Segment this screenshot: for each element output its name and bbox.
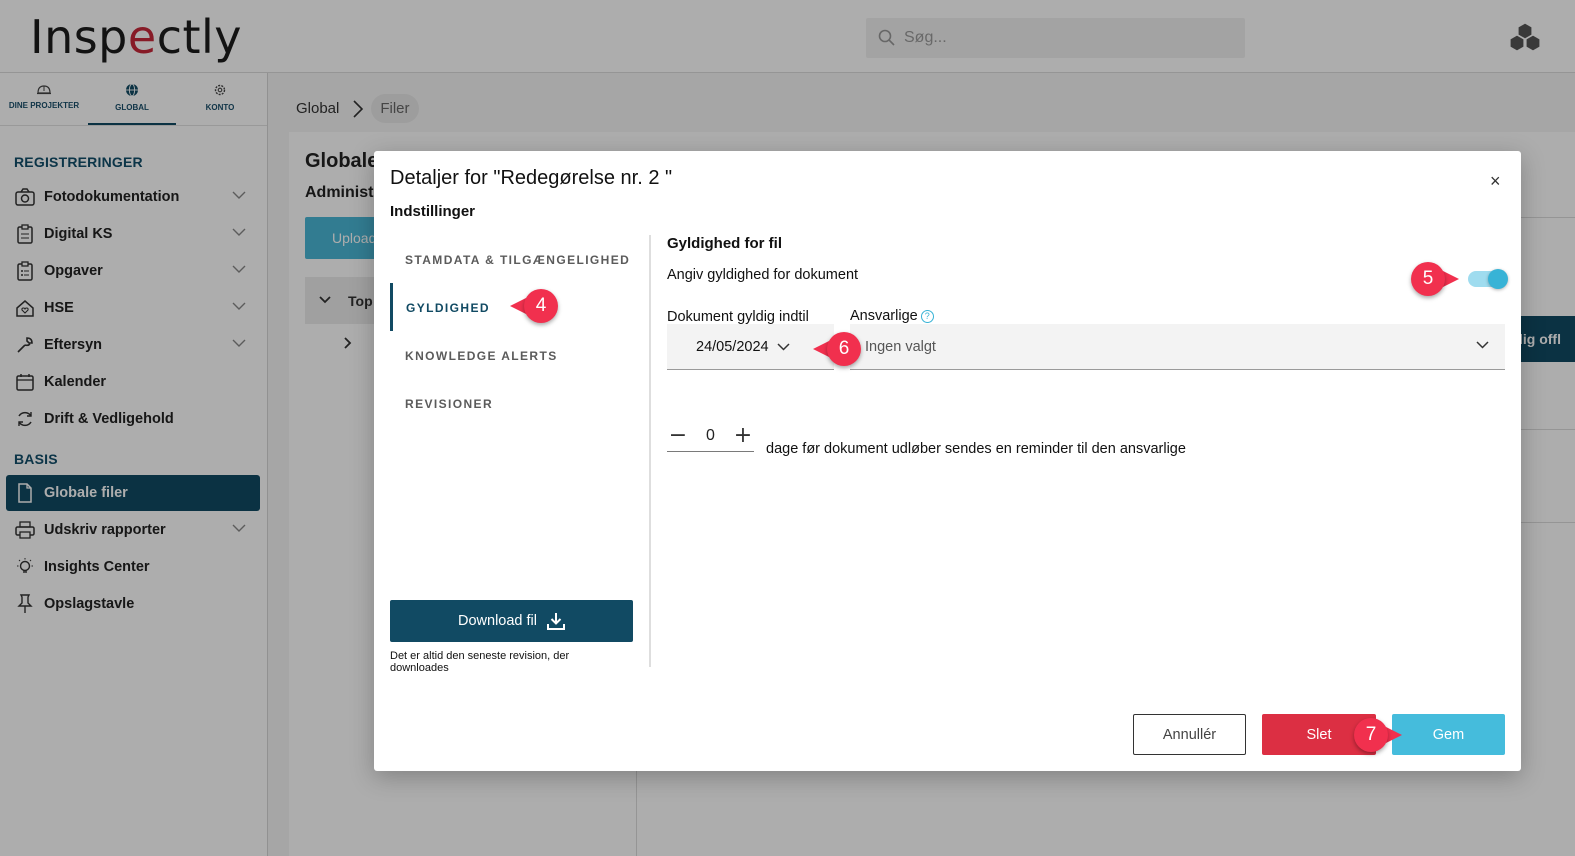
callout-7: 7 — [1354, 718, 1402, 752]
reminder-days-stepper: − 0 + — [667, 420, 754, 452]
download-icon — [547, 613, 565, 630]
download-note: Det er altid den seneste revision, der d… — [390, 650, 570, 674]
dialog-nav: STAMDATA & TILGÆNGELIGHED GYLDIGHED KNOW… — [390, 235, 648, 427]
nav-knowledge-alerts[interactable]: KNOWLEDGE ALERTS — [390, 331, 648, 379]
valid-until-date-picker[interactable]: 24/05/2024 — [667, 324, 834, 370]
dialog-subtitle: Indstillinger — [390, 203, 476, 220]
toggle-knob — [1488, 269, 1508, 289]
dialog-title: Detaljer for "Redegørelse nr. 2 " — [390, 167, 673, 189]
callout-6: 6 — [813, 332, 871, 366]
nav-revisioner[interactable]: REVISIONER — [390, 379, 648, 427]
minus-button[interactable]: − — [667, 423, 689, 448]
callout-4: 4 — [510, 289, 568, 323]
date-field-label: Dokument gyldig indtil — [667, 309, 809, 325]
save-button[interactable]: Gem — [1392, 714, 1505, 755]
nav-stamdata[interactable]: STAMDATA & TILGÆNGELIGHED — [390, 235, 648, 283]
section-title: Gyldighed for fil — [667, 235, 782, 252]
close-icon[interactable]: × — [1490, 171, 1501, 192]
chevron-down-icon — [777, 342, 790, 351]
validity-toggle[interactable] — [1468, 269, 1508, 289]
callout-5: 5 — [1411, 262, 1459, 296]
toggle-label: Angiv gyldighed for dokument — [667, 267, 859, 283]
help-icon[interactable]: ? — [920, 309, 934, 323]
chevron-down-icon — [1476, 341, 1489, 349]
divider — [649, 235, 651, 667]
cancel-button[interactable]: Annullér — [1133, 714, 1246, 755]
plus-button[interactable]: + — [732, 423, 754, 448]
download-file-button[interactable]: Download fil — [390, 600, 633, 642]
reminder-text: dage før dokument udløber sendes en remi… — [766, 441, 1186, 457]
responsible-select[interactable]: Ingen valgt — [850, 324, 1505, 370]
responsible-label: Ansvarlige? — [850, 308, 934, 324]
file-details-dialog: Detaljer for "Redegørelse nr. 2 " × Inds… — [374, 151, 1521, 771]
stepper-value[interactable]: 0 — [706, 427, 715, 445]
